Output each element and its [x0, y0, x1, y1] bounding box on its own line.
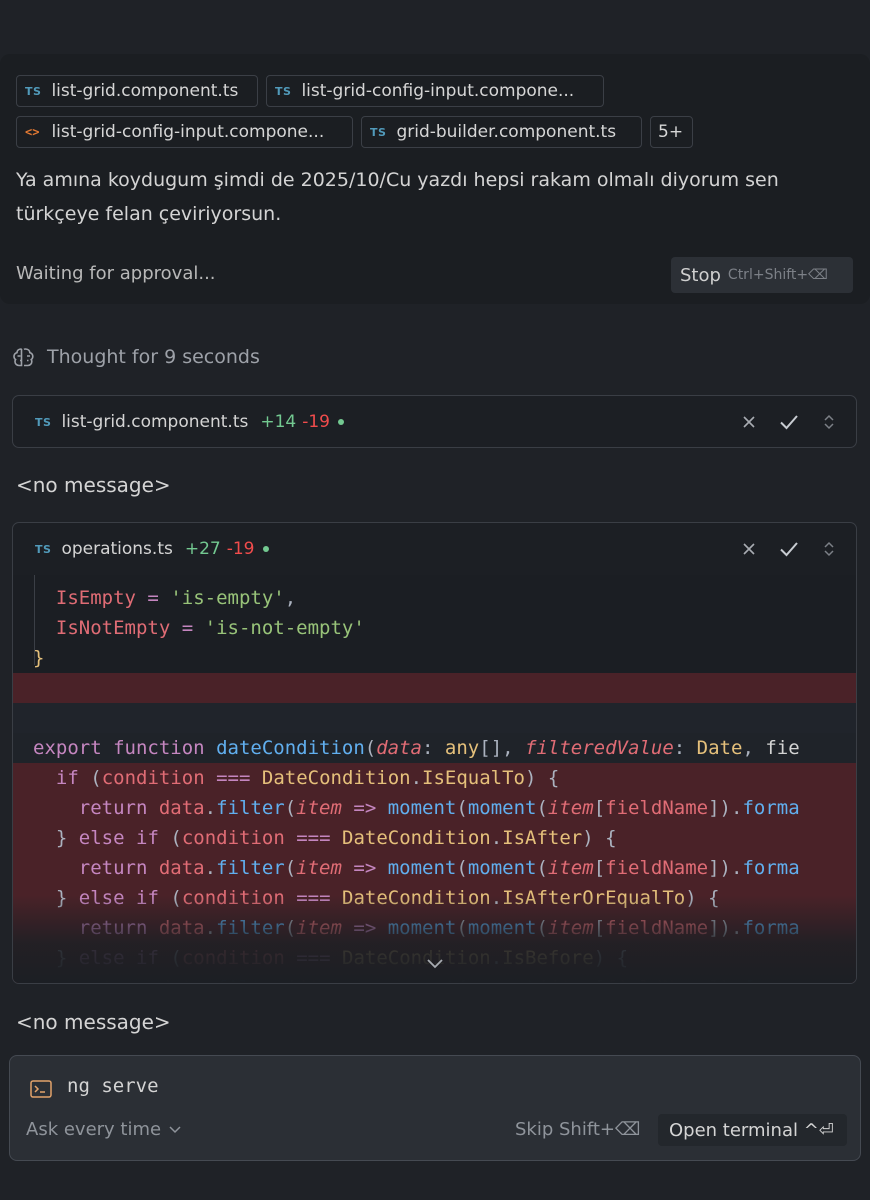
terminal-icon	[30, 1080, 52, 1098]
expand-collapse-button[interactable]	[818, 538, 840, 560]
lines-added: +27	[184, 539, 221, 559]
close-icon	[743, 416, 755, 428]
accept-button[interactable]	[778, 538, 800, 560]
edit-message: <no message>	[16, 473, 171, 497]
typescript-icon: TS	[275, 84, 292, 98]
skip-button[interactable]: Skip Shift+⌫	[515, 1119, 640, 1140]
lines-removed: -19	[226, 539, 255, 559]
code-line: }	[33, 647, 45, 669]
expand-collapse-button[interactable]	[818, 411, 840, 433]
terminal-command-box: ng serve Ask every time Skip Shift+⌫ Ope…	[9, 1055, 861, 1161]
stop-shortcut: Ctrl+Shift+⌫	[727, 267, 828, 283]
chevron-down-icon[interactable]	[423, 953, 447, 973]
attachment-chip[interactable]: <> list-grid-config-input.compone...	[16, 116, 353, 148]
file-name: operations.ts	[61, 539, 173, 559]
terminal-command: ng serve	[67, 1075, 159, 1097]
attachment-chip[interactable]: TS grid-builder.component.ts	[361, 116, 642, 148]
file-edit-actions	[738, 523, 840, 575]
stop-button[interactable]: Stop Ctrl+Shift+⌫	[671, 257, 853, 293]
code-line: IsEmpty = 'is-empty',	[55, 587, 297, 609]
file-name: list-grid.component.ts	[61, 412, 249, 432]
typescript-icon: TS	[35, 415, 52, 429]
thought-indicator[interactable]: Thought for 9 seconds	[12, 345, 260, 369]
indent-guide	[34, 575, 35, 665]
attachment-label: list-grid.component.ts	[51, 81, 239, 101]
stop-label: Stop	[680, 264, 721, 286]
code-line: export function dateCondition(data: any[…	[13, 733, 856, 763]
close-icon	[743, 543, 755, 555]
file-edit-card[interactable]: TS list-grid.component.ts +14 -19	[12, 395, 857, 448]
more-attachments-count: 5+	[658, 122, 684, 142]
modified-dot	[262, 546, 269, 552]
chevron-up-down-icon	[824, 541, 834, 557]
status-text: Waiting for approval...	[16, 263, 216, 284]
file-edit-header[interactable]: TS operations.ts +27 -19	[13, 523, 856, 575]
code-line: IsNotEmpty = 'is-not-empty'	[55, 617, 365, 639]
typescript-icon: TS	[25, 84, 42, 98]
code-line	[13, 703, 856, 733]
code-line: return data.filter(item => moment(moment…	[13, 793, 856, 823]
attachment-label: list-grid-config-input.compone...	[51, 122, 325, 142]
attachment-chip[interactable]: TS list-grid.component.ts	[16, 75, 258, 107]
typescript-icon: TS	[35, 542, 52, 556]
accept-button[interactable]	[778, 411, 800, 433]
attachment-label: list-grid-config-input.compone...	[301, 81, 575, 101]
code-line: if (condition === DateCondition.IsEqualT…	[13, 763, 856, 793]
html-icon: <>	[25, 125, 40, 139]
check-icon	[780, 542, 798, 557]
chevron-down-icon	[169, 1125, 181, 1133]
attachment-chip[interactable]: TS list-grid-config-input.compone...	[266, 75, 604, 107]
attachment-label: grid-builder.component.ts	[396, 122, 617, 142]
chevron-up-down-icon	[824, 414, 834, 430]
open-terminal-button[interactable]: Open terminal ^⏎	[658, 1114, 847, 1146]
brain-icon	[13, 348, 34, 367]
code-line	[13, 673, 856, 703]
lines-removed: -19	[302, 412, 331, 432]
modified-dot	[338, 419, 345, 425]
ask-every-time-dropdown[interactable]: Ask every time	[26, 1119, 181, 1140]
check-icon	[780, 415, 798, 430]
reject-button[interactable]	[738, 411, 760, 433]
lines-added: +14	[260, 412, 297, 432]
thought-label: Thought for 9 seconds	[47, 346, 260, 368]
file-edit-card[interactable]: TS operations.ts +27 -19 IsEmpty = 'is-e…	[12, 522, 857, 984]
user-message-text: Ya amına koydugum şimdi de 2025/10/Cu ya…	[16, 169, 779, 225]
code-line: } else if (condition === DateCondition.I…	[13, 823, 856, 853]
file-edit-header[interactable]: TS list-grid.component.ts +14 -19	[13, 396, 856, 447]
more-attachments-chip[interactable]: 5+	[650, 116, 693, 148]
file-edit-actions	[738, 396, 840, 447]
code-line: return data.filter(item => moment(moment…	[13, 853, 856, 883]
typescript-icon: TS	[370, 125, 387, 139]
user-message-card: TS list-grid.component.ts TS list-grid-c…	[0, 54, 870, 304]
edit-message: <no message>	[16, 1010, 171, 1034]
ask-label: Ask every time	[26, 1119, 162, 1140]
reject-button[interactable]	[738, 538, 760, 560]
